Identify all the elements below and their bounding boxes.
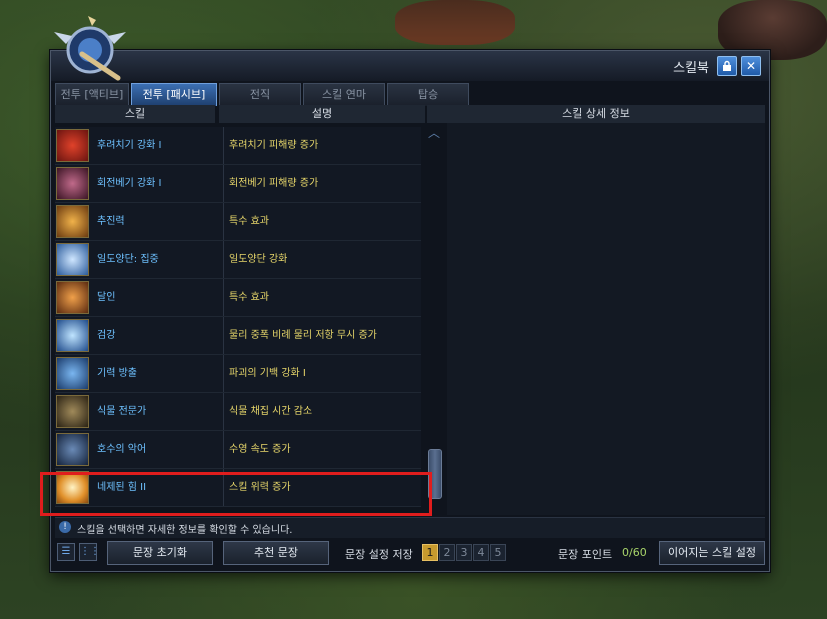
skill-name: 회전베기 강화 I — [93, 165, 224, 202]
column-header-description: 설명 — [219, 105, 425, 123]
glyph-slot-1[interactable]: 1 — [422, 544, 438, 561]
skill-detail-panel — [447, 123, 765, 515]
skill-icon — [56, 205, 89, 238]
skill-row[interactable]: 기력 방출 파괴의 기백 강화 I — [55, 355, 421, 393]
skill-name: 일도양단: 집중 — [93, 241, 224, 278]
skill-name: 후려치기 강화 I — [93, 127, 224, 164]
skill-name: 검강 — [93, 317, 224, 354]
list-view-button[interactable]: ☰ — [57, 543, 75, 561]
skill-name: 호수의 악어 — [93, 431, 224, 468]
skill-name: 추진력 — [93, 203, 224, 240]
reset-glyph-button[interactable]: 문장 초기화 — [107, 541, 213, 565]
skill-description: 일도양단 강화 — [223, 241, 425, 278]
skill-list-scrollbar[interactable]: ︿ — [427, 123, 442, 515]
bottom-bar: ☰ ⋮⋮ 문장 초기화 추천 문장 문장 설정 저장 1 2 3 4 5 문장 … — [55, 539, 765, 567]
title-bar[interactable]: 스킬북 ✕ — [51, 51, 769, 81]
recommended-glyph-button[interactable]: 추천 문장 — [223, 541, 329, 565]
scroll-up-icon[interactable]: ︿ — [427, 127, 441, 139]
skillbook-window: 스킬북 ✕ 전투 [액티브] 전투 [패시브] 전직 스킬 연마 탑승 스킬 설… — [40, 50, 770, 572]
lock-icon — [723, 60, 731, 71]
skill-row[interactable]: 후려치기 강화 I 후려치기 피해량 증가 — [55, 127, 421, 165]
selection-highlight — [40, 472, 432, 516]
skill-icon — [56, 433, 89, 466]
glyph-points-value: 0/60 — [622, 546, 647, 559]
skill-name: 기력 방출 — [93, 355, 224, 392]
lock-button[interactable] — [717, 56, 737, 76]
close-button[interactable]: ✕ — [741, 56, 761, 76]
tab-passive-combat[interactable]: 전투 [패시브] — [131, 83, 217, 106]
tab-active-combat[interactable]: 전투 [액티브] — [55, 83, 129, 106]
skill-icon — [56, 319, 89, 352]
glyph-slot-4[interactable]: 4 — [473, 544, 489, 561]
list-view-icon: ☰ — [61, 546, 71, 557]
skill-row[interactable]: 식물 전문가 식물 채집 시간 감소 — [55, 393, 421, 431]
skill-row[interactable]: 달인 특수 효과 — [55, 279, 421, 317]
skill-description: 수영 속도 증가 — [223, 431, 425, 468]
grid-view-icon: ⋮⋮ — [80, 546, 100, 557]
background-character — [395, 0, 515, 45]
glyph-slot-3[interactable]: 3 — [456, 544, 472, 561]
skill-name: 달인 — [93, 279, 224, 316]
continue-skill-setting-button[interactable]: 이어지는 스킬 설정 — [659, 541, 765, 565]
skill-name: 식물 전문가 — [93, 393, 224, 430]
skill-icon — [56, 281, 89, 314]
skill-row[interactable]: 호수의 악어 수영 속도 증가 — [55, 431, 421, 469]
skill-icon — [56, 395, 89, 428]
glyph-slot-2[interactable]: 2 — [439, 544, 455, 561]
grid-view-button[interactable]: ⋮⋮ — [79, 543, 100, 561]
skill-description: 회전베기 피해량 증가 — [223, 165, 425, 202]
skill-description: 물리 중폭 비례 물리 저항 무시 증가 — [223, 317, 425, 354]
column-header-skill: 스킬 — [55, 105, 215, 123]
window-title: 스킬북 — [673, 61, 709, 76]
skill-list: 후려치기 강화 I 후려치기 피해량 증가 회전베기 강화 I 회전베기 피해량… — [55, 123, 425, 515]
skill-description: 특수 효과 — [223, 279, 425, 316]
skill-description: 특수 효과 — [223, 203, 425, 240]
skill-row[interactable]: 추진력 특수 효과 — [55, 203, 421, 241]
skill-description: 식물 채집 시간 감소 — [223, 393, 425, 430]
close-icon: ✕ — [745, 59, 757, 73]
skill-row[interactable]: 검강 물리 중폭 비례 물리 저항 무시 증가 — [55, 317, 421, 355]
skill-icon — [56, 167, 89, 200]
skill-icon — [56, 243, 89, 276]
skill-row[interactable]: 일도양단: 집중 일도양단 강화 — [55, 241, 421, 279]
skill-row[interactable]: 회전베기 강화 I 회전베기 피해량 증가 — [55, 165, 421, 203]
glyph-save-label: 문장 설정 저장 — [345, 548, 413, 561]
tab-job-change[interactable]: 전직 — [219, 83, 301, 106]
skill-icon — [56, 357, 89, 390]
skill-description: 후려치기 피해량 증가 — [223, 127, 425, 164]
info-icon: ! — [59, 521, 71, 533]
glyph-points-label: 문장 포인트 — [558, 548, 613, 561]
column-header-detail: 스킬 상세 정보 — [427, 105, 765, 123]
winged-sword-emblem-icon — [54, 16, 126, 81]
hint-text: 스킬을 선택하면 자세한 정보를 확인할 수 있습니다. — [77, 525, 293, 536]
skill-description: 파괴의 기백 강화 I — [223, 355, 425, 392]
hint-bar: ! 스킬을 선택하면 자세한 정보를 확인할 수 있습니다. — [55, 517, 765, 538]
tab-mount[interactable]: 탑승 — [387, 83, 469, 106]
tab-skill-training[interactable]: 스킬 연마 — [303, 83, 385, 106]
glyph-slot-5[interactable]: 5 — [490, 544, 506, 561]
skill-icon — [56, 129, 89, 162]
